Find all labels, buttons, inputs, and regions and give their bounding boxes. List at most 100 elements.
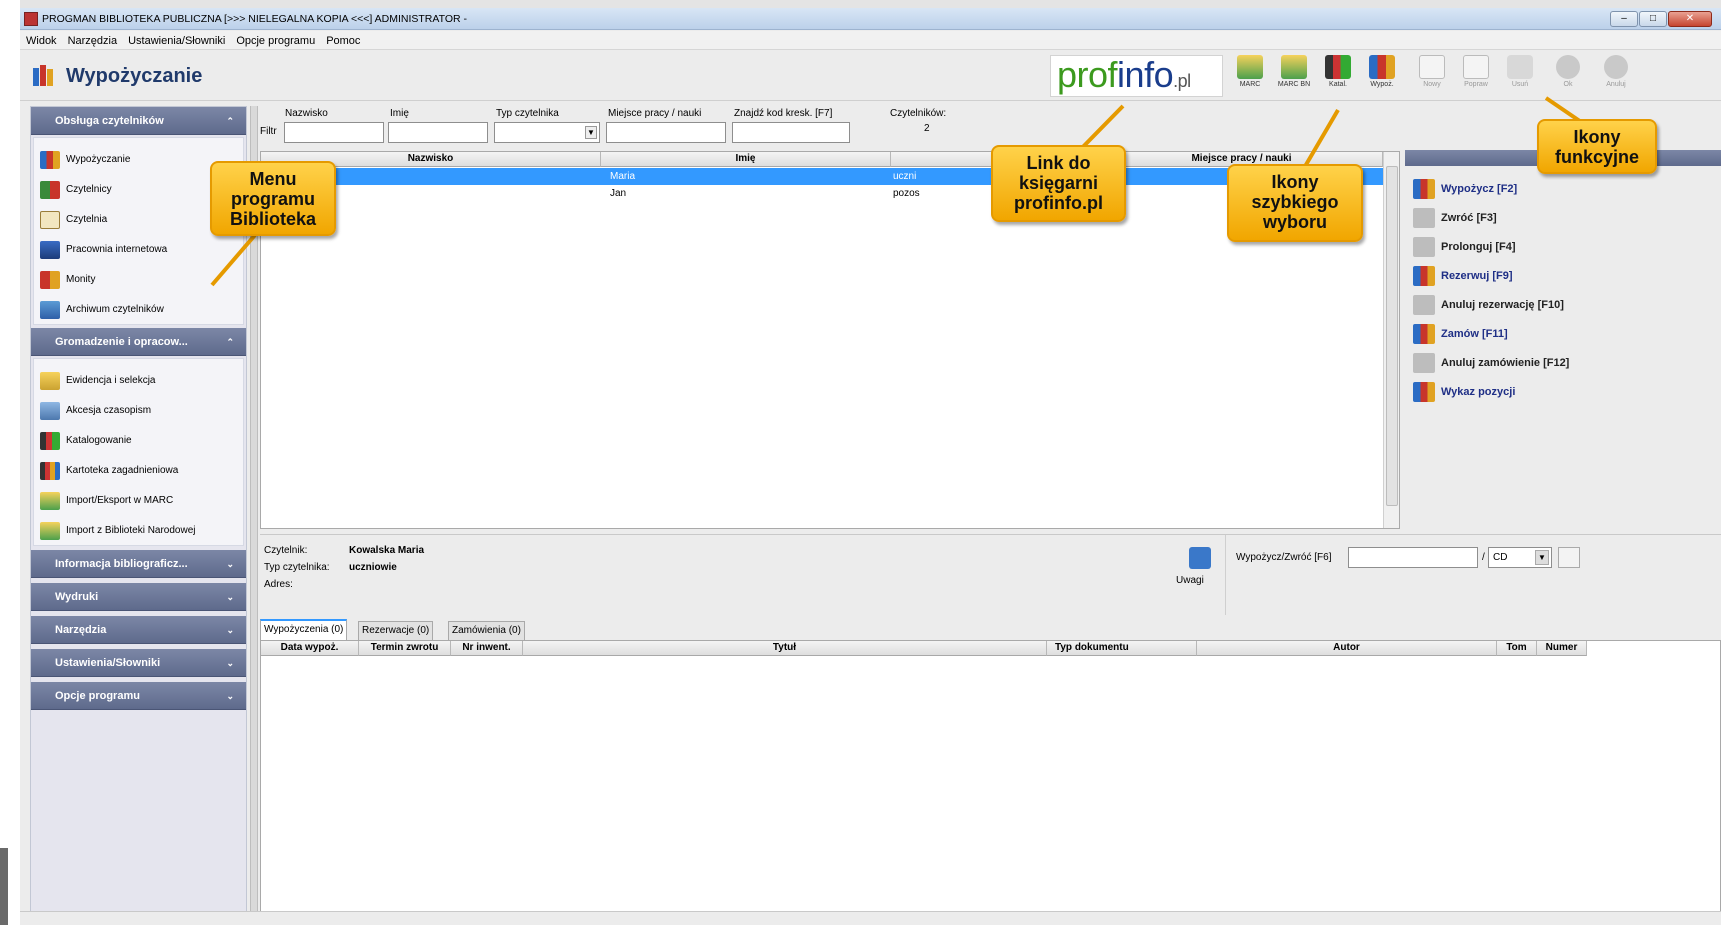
minimize-button[interactable]: – <box>1610 11 1638 27</box>
filter-typ-select[interactable]: ▼ <box>494 122 600 143</box>
toolbar-katal-button[interactable]: Katal. <box>1314 55 1362 97</box>
action-anuluj-zamowienie[interactable]: Anuluj zamówienie [F12] <box>1413 350 1569 376</box>
chevron-up-icon: ⌃ <box>226 116 234 126</box>
sidebar-item-czytelnicy[interactable]: Czytelnicy <box>40 178 112 202</box>
toolbar-delete-button[interactable]: Usuń <box>1496 55 1544 97</box>
sidebar-item-czytelnia[interactable]: Czytelnia <box>40 208 107 232</box>
sidebar-section-header[interactable]: Wydruki ⌄ <box>31 583 246 611</box>
column-data[interactable]: Data wypoż. <box>261 641 359 656</box>
cell-imie: Maria <box>610 171 636 182</box>
sidebar-item-ewidencja[interactable]: Ewidencja i selekcja <box>40 369 156 393</box>
toolbar-edit-button[interactable]: Popraw <box>1452 55 1500 97</box>
tab-rezerwacje[interactable]: Rezerwacje (0) <box>358 621 434 640</box>
scrollbar-thumb[interactable] <box>1386 166 1398 506</box>
toolbar-marc-bn-button[interactable]: MARC BN <box>1270 55 1318 97</box>
sidebar-item-kartoteka[interactable]: Kartoteka zagadnieniowa <box>40 459 178 483</box>
toolbar-label: MARC BN <box>1277 81 1311 88</box>
reader-count: 2 <box>924 123 930 134</box>
filter-nazwisko-input[interactable] <box>284 122 384 143</box>
tab-wypozyczenia[interactable]: Wypożyczenia (0) <box>260 619 348 640</box>
section-title: Ustawienia/Słowniki <box>55 657 161 669</box>
menu-narzedzia[interactable]: Narzędzia <box>62 31 123 47</box>
action-zamow[interactable]: Zamów [F11] <box>1413 321 1508 347</box>
magazine-icon <box>40 402 60 420</box>
sidebar-item-label: Pracownia internetowa <box>66 244 168 255</box>
annotation-line: Link do <box>1026 153 1091 173</box>
filter-label-miejsce: Miejsce pracy / nauki <box>608 108 702 119</box>
sidebar-item-katalogowanie[interactable]: Katalogowanie <box>40 429 132 453</box>
sidebar-item-import-bn[interactable]: Import z Biblioteki Narodowej <box>40 519 196 543</box>
toolbar-new-button[interactable]: Nowy <box>1408 55 1456 97</box>
sidebar-item-archiwum[interactable]: Archiwum czytelników <box>40 298 164 322</box>
chevron-down-icon: ⌄ <box>226 625 234 635</box>
document-type-select[interactable]: CD ▼ <box>1488 547 1552 568</box>
sidebar-section-header[interactable]: Narzędzia ⌄ <box>31 616 246 644</box>
profinfo-text-prof: prof <box>1057 55 1118 95</box>
action-prolonguj[interactable]: Prolonguj [F4] <box>1413 234 1516 260</box>
left-margin <box>0 0 20 925</box>
column-tom[interactable]: Tom <box>1497 641 1537 656</box>
action-label: Anuluj zamówienie [F12] <box>1441 357 1570 369</box>
action-label: Zwróć [F3] <box>1441 212 1497 224</box>
maximize-button[interactable]: □ <box>1639 11 1667 27</box>
notes-button[interactable]: Uwagi <box>1176 575 1204 586</box>
readers-scrollbar[interactable] <box>1383 152 1399 528</box>
filter-label-imie: Imię <box>390 108 409 119</box>
action-wypozycz[interactable]: Wypożycz [F2] <box>1413 176 1517 202</box>
filter-bar: Filtr Nazwisko Imię Typ czytelnika ▼ Mie… <box>260 106 1400 148</box>
chevron-down-icon: ⌄ <box>226 658 234 668</box>
sidebar-item-wypozyczanie[interactable]: Wypożyczanie <box>40 148 130 172</box>
sidebar-item-akcesja[interactable]: Akcesja czasopism <box>40 399 151 423</box>
column-numer[interactable]: Numer <box>1537 641 1587 656</box>
status-bar <box>20 911 1721 925</box>
column-tytul[interactable]: Tytuł <box>523 641 1047 656</box>
toolbar-wypoz-button[interactable]: Wypoż. <box>1358 55 1406 97</box>
barcode-input[interactable] <box>732 122 850 143</box>
column-imie[interactable]: Imię <box>601 152 891 167</box>
toolbar-ok-button[interactable]: Ok <box>1544 55 1592 97</box>
column-autor[interactable]: Autor <box>1197 641 1497 656</box>
action-wykaz[interactable]: Wykaz pozycji <box>1413 379 1515 405</box>
sidebar-section-header[interactable]: Informacja bibliograficz... ⌄ <box>31 550 246 578</box>
sidebar-item-pracownia[interactable]: Pracownia internetowa <box>40 238 167 262</box>
sidebar-item-monity[interactable]: Monity <box>40 268 95 292</box>
katalog-icon <box>1325 55 1351 79</box>
column-typ-dokumentu[interactable]: Typ dokumentu <box>1047 641 1197 656</box>
sidebar-section-header[interactable]: Opcje programu ⌄ <box>31 682 246 710</box>
toolbar-label: MARC <box>1239 81 1261 88</box>
notes-icon[interactable] <box>1189 547 1211 569</box>
sidebar-section-header[interactable]: Gromadzenie i opracow... ⌃ <box>31 328 246 356</box>
chevron-down-icon: ⌄ <box>226 592 234 602</box>
annotation-quick-icons: Ikony szybkiego wyboru <box>1227 164 1363 242</box>
import-icon <box>40 492 60 510</box>
table-row[interactable]: Jan pozos <box>261 185 1383 202</box>
menu-widok[interactable]: Widok <box>20 31 62 47</box>
toolbar-marc-button[interactable]: MARC <box>1226 55 1274 97</box>
close-button[interactable]: ✕ <box>1668 11 1712 27</box>
filter-imie-input[interactable] <box>388 122 488 143</box>
search-icon[interactable] <box>1558 547 1580 568</box>
menu-pomoc[interactable]: Pomoc <box>320 31 365 47</box>
column-termin[interactable]: Termin zwrotu <box>359 641 451 656</box>
profinfo-link[interactable]: profinfo.pl <box>1050 55 1223 97</box>
sidebar-section-header[interactable]: Obsługa czytelników ⌃ <box>31 107 246 135</box>
title-bar: PROGMAN BIBLIOTEKA PUBLICZNA [>>> NIELEG… <box>20 8 1721 30</box>
toolbar-cancel-button[interactable]: Anuluj <box>1592 55 1640 97</box>
reader-detail: Czytelnik: Kowalska Maria Typ czytelnika… <box>260 534 1721 616</box>
tab-zamowienia[interactable]: Zamówienia (0) <box>448 621 525 640</box>
import-icon <box>40 522 60 540</box>
order-icon <box>1413 324 1435 344</box>
sidebar-item-import-marc[interactable]: Import/Eksport w MARC <box>40 489 173 513</box>
reader-value: Kowalska Maria <box>349 545 425 556</box>
action-anuluj-rezerwacje[interactable]: Anuluj rezerwację [F10] <box>1413 292 1564 318</box>
column-nr-inwent[interactable]: Nr inwent. <box>451 641 523 656</box>
action-zwroc[interactable]: Zwróć [F3] <box>1413 205 1497 231</box>
menu-ustawienia[interactable]: Ustawienia/Słowniki <box>122 31 230 47</box>
menu-opcje[interactable]: Opcje programu <box>230 31 320 47</box>
separator-slash: / <box>1482 552 1485 563</box>
sidebar-section-header[interactable]: Ustawienia/Słowniki ⌄ <box>31 649 246 677</box>
filter-miejsce-input[interactable] <box>606 122 726 143</box>
lend-return-input[interactable] <box>1348 547 1478 568</box>
action-rezerwuj[interactable]: Rezerwuj [F9] <box>1413 263 1513 289</box>
table-row[interactable]: Maria uczni <box>261 168 1383 185</box>
